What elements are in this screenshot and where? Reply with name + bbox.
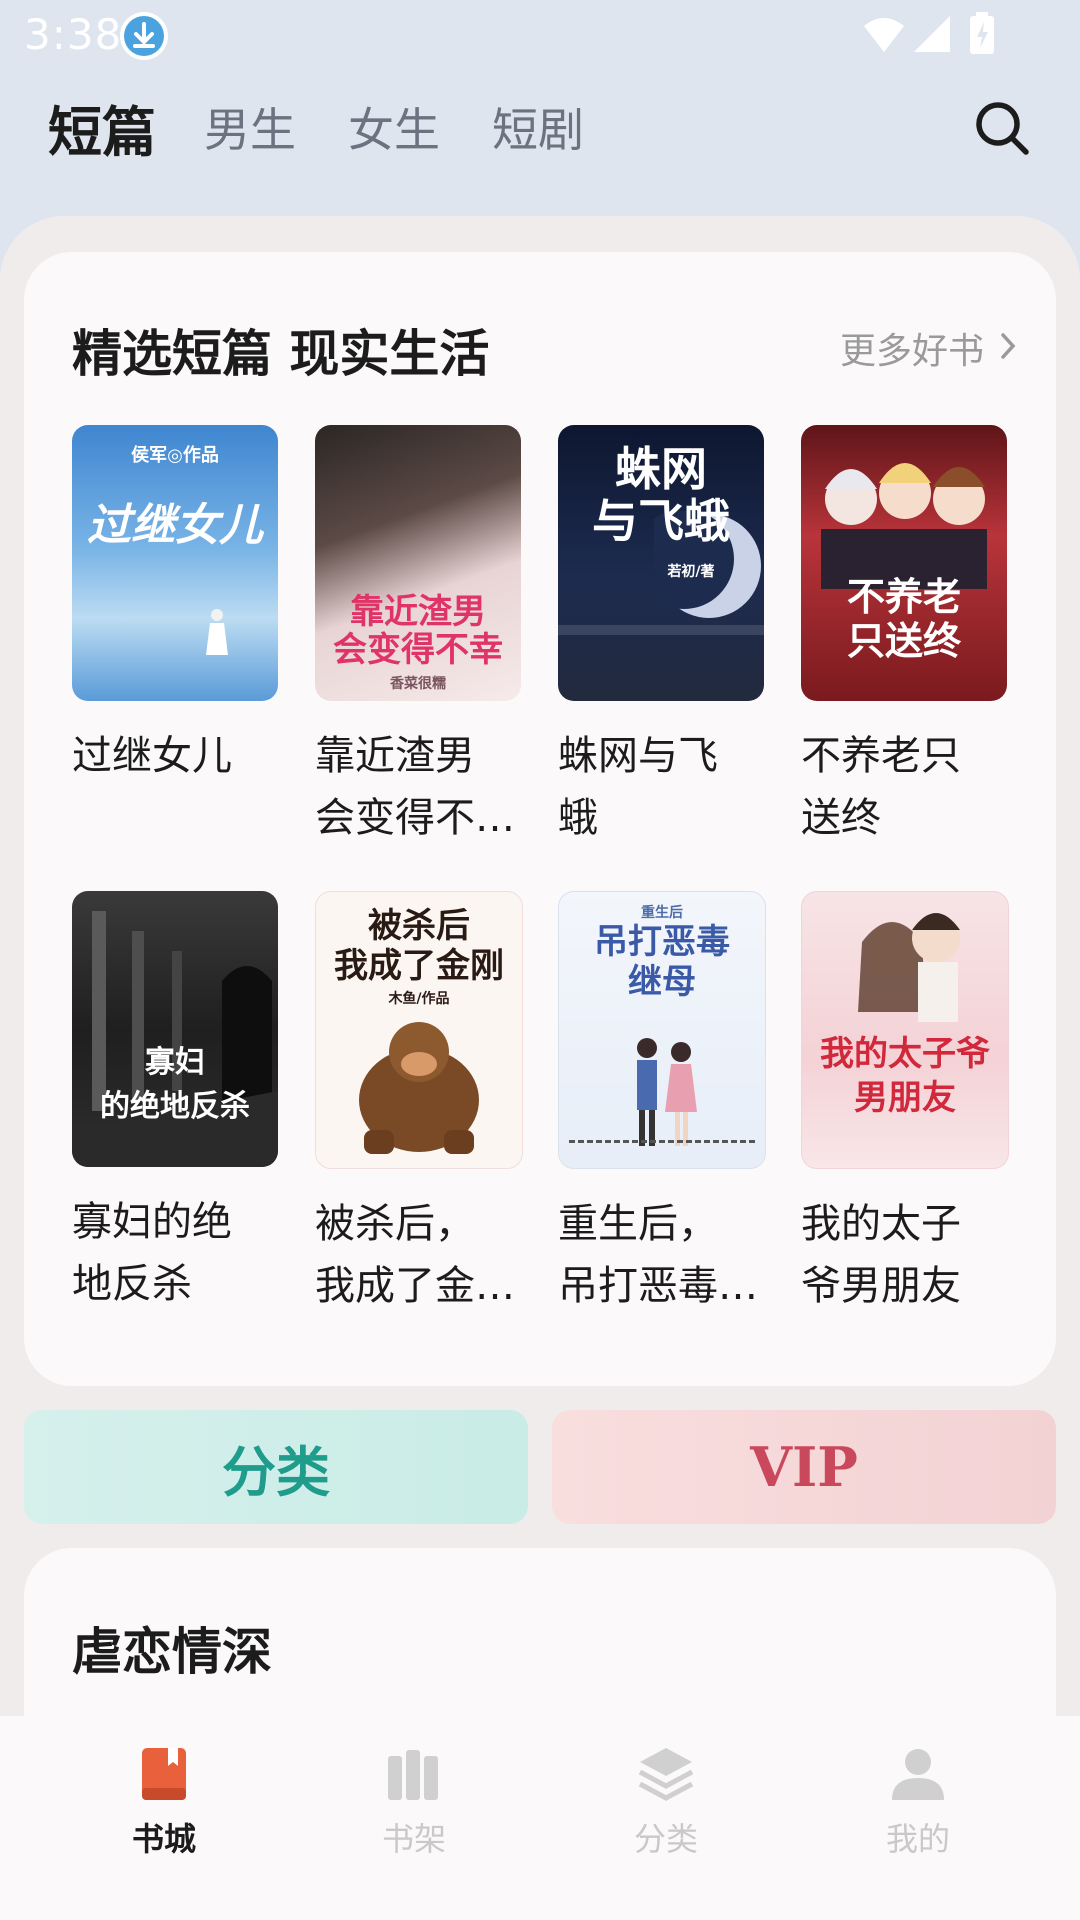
more-books-link[interactable]: 更多好书 xyxy=(840,322,1016,374)
book-item[interactable]: 不养老 只送终 不养老只 送终 xyxy=(801,425,1007,849)
bookshelf-icon xyxy=(388,1750,438,1800)
cover-title: 过继女儿 xyxy=(87,500,263,551)
book-title: 靠近渣男 会变得不… xyxy=(315,733,515,841)
book-title: 蛛网与飞 蛾 xyxy=(558,733,718,841)
book-title: 被杀后， 我成了金… xyxy=(315,1201,515,1309)
book-cover: 我的太子爷 男朋友 xyxy=(801,891,1009,1169)
nav-bookshelf-label: 书架 xyxy=(381,1820,446,1858)
book-title: 不养老只 送终 xyxy=(801,733,961,841)
bottom-nav: 书城 书架 分类 我的 xyxy=(0,1716,1080,1920)
tab-female[interactable]: 女生 xyxy=(348,94,440,160)
cover-title: 我的太子爷 男朋友 xyxy=(820,1034,990,1118)
book-title: 重生后， 吊打恶毒… xyxy=(558,1201,758,1309)
book-item[interactable]: 寡妇 的绝地反杀 寡妇的绝 地反杀 xyxy=(72,891,278,1315)
book-cover: 侯军◎作品 过继女儿 xyxy=(72,425,278,701)
nav-bookstore-label: 书城 xyxy=(131,1820,196,1858)
nav-category-label: 分类 xyxy=(633,1820,698,1858)
book-cover: 重生后 吊打恶毒 继母 xyxy=(558,891,766,1169)
book-title: 我的太子 爷男朋友 xyxy=(801,1201,961,1309)
category-button[interactable]: 分类 xyxy=(24,1410,528,1524)
status-time: 3:38 xyxy=(24,10,123,59)
chevron-right-icon xyxy=(1000,328,1016,369)
girl-figure-icon xyxy=(206,609,228,655)
book-item[interactable]: 我的太子爷 男朋友 我的太子 爷男朋友 xyxy=(801,891,1009,1317)
nav-mine[interactable]: 我的 xyxy=(838,1744,998,1860)
book-cover: 蛛网 与飞蛾 若初/著 xyxy=(558,425,764,701)
tab-short-drama[interactable]: 短剧 xyxy=(492,94,584,160)
nav-bookstore[interactable]: 书城 xyxy=(84,1744,244,1860)
cover-author: 侯军◎作品 xyxy=(131,445,219,466)
cover-author: 若初/著 xyxy=(667,564,715,580)
layers-icon xyxy=(638,1748,694,1801)
book-cover: 寡妇 的绝地反杀 xyxy=(72,891,278,1167)
nav-bookshelf[interactable]: 书架 xyxy=(334,1744,494,1860)
book-cover: 靠近渣男 会变得不幸 香菜很糯 xyxy=(315,425,521,701)
book-icon xyxy=(142,1748,186,1800)
more-books-label: 更多好书 xyxy=(839,331,984,372)
cover-title: 被杀后 我成了金刚 xyxy=(334,906,504,986)
category-label: 分类 xyxy=(222,1439,330,1504)
gorilla-illustration xyxy=(359,1022,479,1154)
book-item[interactable]: 侯军◎作品 过继女儿 过继女儿 xyxy=(72,425,278,787)
section-title: 虐恋情深 xyxy=(72,1623,272,1681)
book-cover: 被杀后 我成了金刚 木鱼/作品 xyxy=(315,891,523,1169)
tab-short-stories[interactable]: 短篇 xyxy=(48,88,156,167)
book-item[interactable]: 重生后 吊打恶毒 继母 重生后， 吊打恶毒… xyxy=(558,891,766,1317)
book-title: 寡妇的绝 地反杀 xyxy=(72,1199,232,1307)
status-bar: 3:38 xyxy=(0,0,1080,72)
tab-male[interactable]: 男生 xyxy=(204,94,296,160)
cover-author: 香菜很糯 xyxy=(390,676,446,692)
cover-subtitle: 重生后 xyxy=(641,905,683,921)
cover-title: 靠近渣男 会变得不幸 xyxy=(333,592,503,670)
couple-illustration xyxy=(637,1038,697,1146)
book-title: 过继女儿 xyxy=(72,733,232,779)
search-icon[interactable] xyxy=(972,98,1032,158)
book-cover: 不养老 只送终 xyxy=(801,425,1007,701)
top-tabs: 短篇 男生 女生 短剧 xyxy=(0,80,1080,180)
person-icon xyxy=(892,1749,944,1800)
vip-button[interactable]: VIP xyxy=(552,1410,1056,1524)
nav-mine-label: 我的 xyxy=(885,1820,950,1858)
couple-illustration xyxy=(858,913,960,1022)
download-icon xyxy=(120,12,168,60)
cover-title: 寡妇 的绝地反杀 xyxy=(100,1045,250,1124)
book-item[interactable]: 靠近渣男 会变得不幸 香菜很糯 靠近渣男 会变得不… xyxy=(315,425,521,849)
signal-icon xyxy=(914,16,950,52)
battery-icon xyxy=(970,12,994,54)
cover-author: 木鱼/作品 xyxy=(388,991,450,1007)
nav-category[interactable]: 分类 xyxy=(586,1744,746,1860)
characters-illustration xyxy=(821,463,987,589)
featured-card: 精选短篇 现实生活 更多好书 侯军◎作品 过继女儿 过继女儿 靠近渣男 会变得不… xyxy=(24,252,1056,1386)
book-item[interactable]: 被杀后 我成了金刚 木鱼/作品 被杀后， 我成了金… xyxy=(315,891,523,1317)
vip-label: VIP xyxy=(750,1435,858,1499)
cover-title: 吊打恶毒 继母 xyxy=(594,922,730,1002)
cover-title: 不养老 只送终 xyxy=(846,574,961,663)
wifi-icon xyxy=(864,18,904,52)
cover-title: 蛛网 与飞蛾 xyxy=(592,442,730,548)
section-title: 精选短篇 现实生活 xyxy=(72,325,490,383)
book-item[interactable]: 蛛网 与飞蛾 若初/著 蛛网与飞 蛾 xyxy=(558,425,764,849)
